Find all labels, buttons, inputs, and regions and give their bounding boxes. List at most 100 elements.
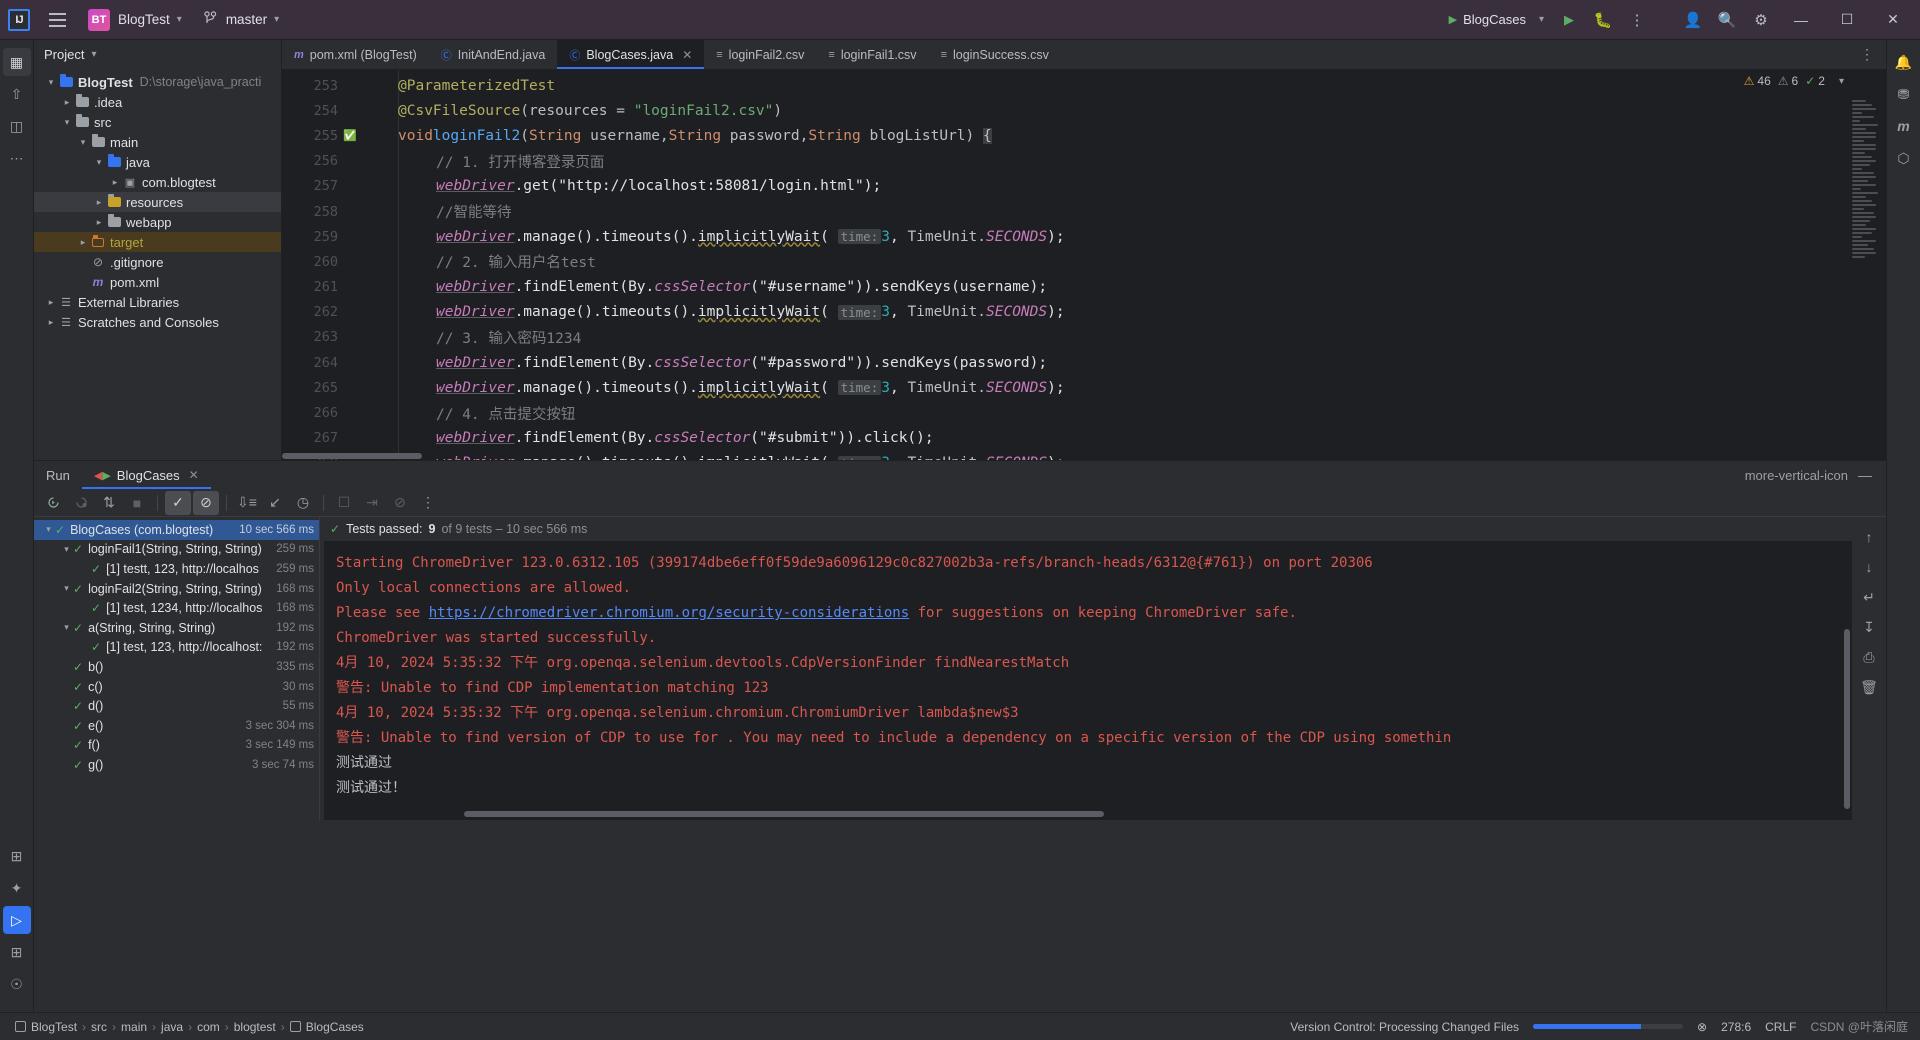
export-button[interactable]: ⇥ [359, 491, 385, 515]
code-line[interactable]: webDriver .findElement(By. cssSelector ("#p… [364, 350, 1886, 375]
code-editor[interactable]: 253 254 255 ✅ 256 257 258 259 260 261 262 263 264 265… [282, 70, 1886, 460]
problems-tool-icon[interactable]: ☉ [3, 970, 31, 998]
gutter-line-number[interactable]: 266 [282, 400, 364, 425]
coverage-button[interactable]: ⊘ [387, 491, 413, 515]
clear-all-icon[interactable]: 🗑 [1856, 675, 1882, 699]
breadcrumb-item[interactable]: BlogTest [10, 1020, 82, 1034]
editor-tab[interactable]: m pom.xml (BlogTest) [282, 40, 429, 69]
test-tree-row[interactable]: ✓ b() 335 ms [34, 657, 319, 677]
inspections-chevron-down-icon[interactable]: ▾ [1839, 76, 1844, 87]
weak-warning-count[interactable]: ⚠ 6 [1778, 74, 1798, 88]
chevron-down-icon[interactable]: ▾ [92, 157, 106, 168]
test-tree-row[interactable]: ✓ g() 3 sec 74 ms [34, 755, 319, 775]
notifications-icon[interactable]: 🔔 [1890, 48, 1918, 76]
chevron-down-icon[interactable]: ▾ [60, 117, 74, 128]
run-panel-minimize-icon[interactable]: — [1858, 467, 1872, 483]
options-button[interactable]: ⋮ [415, 491, 441, 515]
gutter-line-number[interactable]: 256 [282, 149, 364, 174]
gutter-line-number[interactable]: 253 [282, 73, 364, 98]
close-button[interactable]: ✕ [1870, 0, 1916, 40]
rerun-failed-button[interactable] [68, 491, 94, 515]
stop-button[interactable]: ■ [124, 491, 150, 515]
test-tree-row[interactable]: ✓ [1] testt, 123, http://localhos 259 ms [34, 559, 319, 579]
breadcrumb-item[interactable]: main [116, 1020, 152, 1034]
history-button[interactable]: ◷ [290, 491, 316, 515]
code-line[interactable]: void loginFail2(String username, String p… [364, 123, 1886, 148]
chevron-right-icon[interactable]: ▸ [44, 297, 58, 308]
scroll-to-end-icon[interactable]: ↧ [1856, 615, 1882, 639]
test-tree-row[interactable]: ✓ [1] test, 1234, http://localhos 168 ms [34, 598, 319, 618]
scroll-up-icon[interactable]: ↑ [1856, 525, 1882, 549]
close-icon[interactable]: ✕ [682, 48, 692, 62]
test-tree-row[interactable]: ▾ ✓ loginFail2(String, String, String) 168 … [34, 579, 319, 599]
project-tree-item[interactable]: ▸ ☰ Scratches and Consoles [34, 312, 281, 332]
editor-tab[interactable]: ≡ loginFail2.csv [704, 40, 816, 69]
code-line[interactable]: webDriver .get("http://localhost:58081/lo… [364, 174, 1886, 199]
gutter-line-number[interactable]: 254 [282, 98, 364, 123]
gradle-icon[interactable]: ⬡ [1890, 144, 1918, 172]
code-line[interactable]: // 1. 打开博客登录页面 [364, 149, 1886, 174]
background-task-cancel-icon[interactable]: ⊗ [1697, 1020, 1707, 1034]
maximize-button[interactable]: ☐ [1824, 0, 1870, 40]
test-results-tree[interactable]: ▾ ✓ BlogCases (com.blogtest) 10 sec 566 ms ▾… [34, 517, 320, 820]
debug-button[interactable]: 🐛 [1586, 4, 1620, 36]
maven-icon[interactable]: m [1890, 112, 1918, 140]
project-chevron-down-icon[interactable]: ▾ [177, 14, 182, 25]
console-vertical-scrollbar[interactable] [1844, 629, 1850, 809]
code-line[interactable]: webDriver .findElement(By. cssSelector ("#s… [364, 426, 1886, 451]
gutter-line-number[interactable]: 263 [282, 325, 364, 350]
close-icon[interactable]: ✕ [189, 468, 199, 482]
inspections-widget[interactable]: ⚠ 46 ⚠ 6 ✓ 2 ▾ [1744, 74, 1844, 88]
test-tree-row[interactable]: ▾ ✓ a(String, String, String) 192 ms [34, 618, 319, 638]
typo-count[interactable]: ✓ 2 [1805, 74, 1825, 88]
line-separator[interactable]: CRLF [1765, 1020, 1796, 1034]
more-tool-icon[interactable]: ⋯ [3, 144, 31, 172]
chevron-right-icon[interactable]: ▸ [60, 97, 74, 108]
project-tool-icon[interactable]: ▦ [2, 48, 31, 76]
code-line[interactable]: // 4. 点击提交按钮 [364, 400, 1886, 425]
project-file-tree[interactable]: ▾ BlogTest D:\storage\java_practi ▸ .idea ▾ sr… [34, 68, 281, 332]
test-tree-row[interactable]: ✓ c() 30 ms [34, 677, 319, 697]
intellij-logo-icon[interactable]: IJ [8, 8, 30, 31]
gutter-line-number[interactable]: 255 ✅ [282, 123, 364, 148]
terminal-tool-icon[interactable]: ⊞ [3, 842, 31, 870]
code-line[interactable]: webDriver.manage().timeouts().implicitly… [364, 375, 1886, 400]
project-name-label[interactable]: BlogTest [118, 12, 170, 27]
run-button[interactable]: ▶ [1552, 4, 1586, 36]
gutter-line-number[interactable]: 267 [282, 426, 364, 451]
screenshot-button[interactable]: ☐ [331, 491, 357, 515]
minimize-button[interactable]: — [1778, 0, 1824, 40]
search-icon[interactable]: 🔍 [1710, 4, 1744, 36]
code-line[interactable]: @ParameterizedTest [364, 73, 1886, 98]
editor-tab[interactable]: Ⓒ InitAndEnd.java [429, 40, 558, 69]
chevron-right-icon[interactable]: ▸ [44, 317, 58, 328]
chevron-down-icon[interactable]: ▾ [60, 622, 73, 633]
branch-name-label[interactable]: master [226, 12, 267, 27]
console-horizontal-scrollbar[interactable] [464, 811, 1104, 817]
editor-tab[interactable]: ≡ loginSuccess.csv [929, 40, 1061, 69]
chevron-right-icon[interactable]: ▸ [92, 197, 106, 208]
scroll-down-icon[interactable]: ↓ [1856, 555, 1882, 579]
show-passed-toggle[interactable]: ✓ [165, 490, 191, 515]
gutter-line-number[interactable]: 265 [282, 375, 364, 400]
branch-chevron-down-icon[interactable]: ▾ [274, 14, 279, 25]
chevron-down-icon[interactable]: ▾ [44, 77, 58, 88]
more-actions-button[interactable]: ⋮ [1620, 4, 1654, 36]
structure-tool-icon[interactable]: ◫ [3, 112, 31, 140]
run-tab-blogcases[interactable]: ◀▶ BlogCases ✕ [81, 461, 211, 489]
rerun-button[interactable] [40, 491, 66, 515]
editor-tabs-more-icon[interactable]: ⋮ [1848, 40, 1886, 69]
run-test-gutter-icon[interactable]: ✅ [342, 129, 358, 142]
gutter-line-number[interactable]: 260 [282, 249, 364, 274]
project-tree-item[interactable]: ▸ ▣ com.blogtest [34, 172, 281, 192]
chevron-right-icon[interactable]: ▸ [92, 217, 106, 228]
breadcrumb-item[interactable]: src [86, 1020, 112, 1034]
chevron-right-icon[interactable]: ▸ [108, 177, 122, 188]
code-line[interactable]: // 3. 输入密码1234 [364, 325, 1886, 350]
sort-by-duration-button[interactable]: ⇩≡ [234, 491, 260, 515]
breadcrumb-item[interactable]: com [192, 1020, 225, 1034]
show-ignored-toggle[interactable]: ⊘ [193, 490, 219, 515]
breadcrumb-item[interactable]: java [156, 1020, 188, 1034]
warning-count[interactable]: ⚠ 46 [1744, 74, 1771, 88]
ai-assistant-icon[interactable]: ✦ [3, 874, 31, 902]
